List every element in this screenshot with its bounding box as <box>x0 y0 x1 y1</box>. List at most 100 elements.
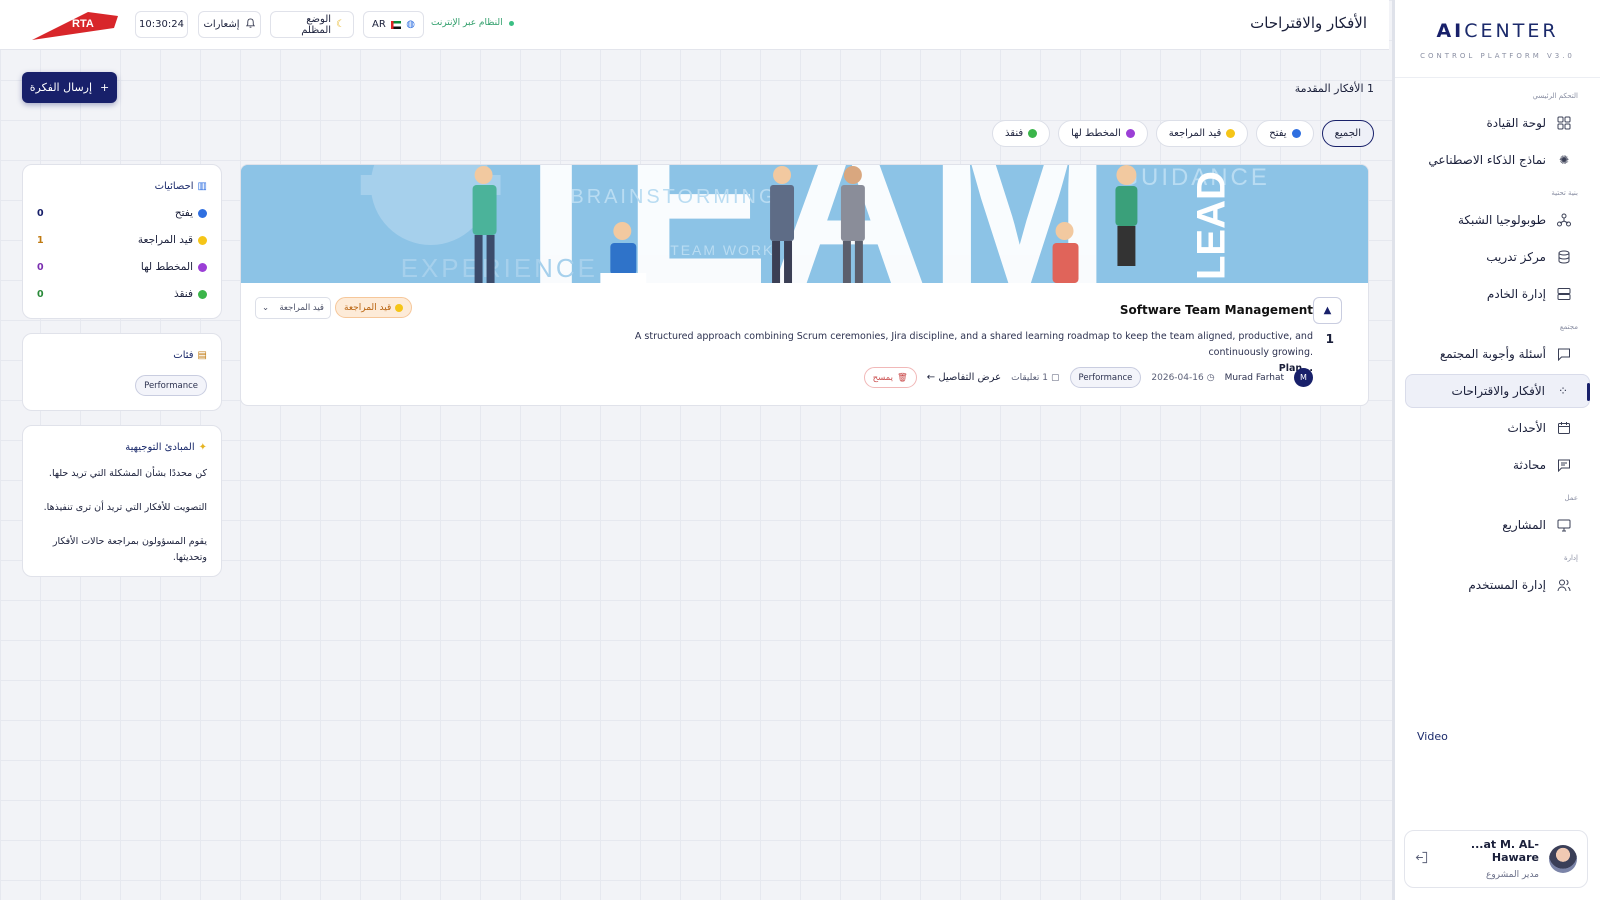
stat-row-planned: المخطط لها 0 <box>37 261 207 273</box>
sidebar-item-label: أسئلة وأجوبة المجتمع <box>1439 347 1546 361</box>
yellow-dot-icon <box>395 303 404 312</box>
video-link[interactable]: Video <box>1417 730 1448 743</box>
stat-label: المخطط لها <box>140 261 193 273</box>
filter-under-review[interactable]: قيد المراجعة <box>1155 120 1249 147</box>
sidebar-item-events[interactable]: الأحداث <box>1405 411 1590 445</box>
bell-icon <box>245 17 256 32</box>
clock-text: 10:30:24 <box>139 19 184 30</box>
idea-card[interactable]: TEAM BRAINSTORMING GUIDANCE EXPERIENCE T… <box>240 164 1369 406</box>
sidebar-item-label: مركز تدريب <box>1486 250 1546 264</box>
idea-meta: M Murad Farhat ◷ 2026-04-16 Performance … <box>863 367 1313 388</box>
monitor-icon <box>1556 517 1572 533</box>
stat-value: 0 <box>37 207 44 219</box>
stats-widget: ▥ احصائيات يفتح 0 قيد المراجعة 1 المخطط … <box>22 164 222 319</box>
banner-word-lead: LEAD <box>1189 171 1233 280</box>
filter-all[interactable]: الجميع <box>1321 120 1374 147</box>
filter-planned-label: المخطط لها <box>1071 128 1121 139</box>
globe-icon: ◍ <box>406 19 415 30</box>
user-profile-card[interactable]: ...at M. AL-Haware مدير المشروع <box>1404 830 1588 888</box>
filter-planned[interactable]: المخطط لها <box>1058 120 1148 147</box>
sidebar-item-label: إدارة المستخدم <box>1468 578 1546 592</box>
purple-dot-icon <box>1125 129 1135 138</box>
nav-section-community: مجتمع <box>1559 323 1578 331</box>
green-dot-icon <box>198 289 207 299</box>
stat-value: 0 <box>37 261 44 273</box>
sidebar-item-ai-models[interactable]: ✺ نماذج الذكاء الاصطناعي <box>1405 143 1590 177</box>
clipboard-icon: ▤ <box>197 350 207 361</box>
logo-text: RTA <box>72 18 94 30</box>
yellow-dot-icon <box>1226 129 1236 138</box>
filter-implemented[interactable]: فنقذ <box>992 120 1051 147</box>
delete-button[interactable]: 🗑 يمسح <box>863 367 917 388</box>
filter-all-label: الجميع <box>1334 128 1361 139</box>
clock-display: 10:30:24 <box>135 11 188 38</box>
server-icon <box>1556 286 1572 302</box>
view-details-link[interactable]: عرض التفاصيل ← <box>927 372 1001 383</box>
filter-under-review-label: قيد المراجعة <box>1168 128 1222 139</box>
calendar-icon <box>1556 420 1572 436</box>
status-badge: قيد المراجعة <box>335 297 413 318</box>
database-icon <box>1556 249 1572 265</box>
sidebar-item-projects[interactable]: المشاريع <box>1405 508 1590 542</box>
sidebar-item-label: إدارة الخادم <box>1486 287 1546 301</box>
sparkle-icon: ✺ <box>1558 153 1570 167</box>
sidebar-item-network[interactable]: طوبولوجيا الشبكة <box>1405 203 1590 237</box>
idea-date-text: 2026-04-16 <box>1151 372 1204 383</box>
sidebar-item-label: محادثة <box>1513 458 1546 472</box>
submit-idea-button[interactable]: + إرسال الفكرة <box>22 72 117 103</box>
sidebar-item-users[interactable]: إدارة المستخدم <box>1405 568 1590 602</box>
sidebar-item-chat[interactable]: محادثة <box>1405 448 1590 482</box>
page-title: الأفكار والاقتراحات <box>1250 14 1367 32</box>
sidebar-item-training[interactable]: مركز تدريب <box>1405 240 1590 274</box>
guidelines-title: ✦ المبادئ التوجيهية <box>37 442 207 453</box>
vote-count: 1 <box>1325 332 1334 346</box>
dark-mode-toggle[interactable]: ☾ الوضع المظلم <box>270 11 354 38</box>
comments-count: 1 تعليقات <box>1011 372 1049 383</box>
trash-icon: 🗑 <box>896 372 908 383</box>
sidebar-item-label: الأحداث <box>1507 421 1546 435</box>
stat-value: 1 <box>37 234 44 246</box>
sidebar-item-qa[interactable]: أسئلة وأجوبة المجتمع <box>1405 337 1590 371</box>
sidebar: AICENTER CONTROL PLATFORM V3.0 التحكم ال… <box>1392 0 1600 900</box>
blue-dot-icon <box>198 208 207 218</box>
logout-icon[interactable] <box>1415 851 1428 867</box>
stat-row-open: يفتح 0 <box>37 207 207 219</box>
dark-mode-label: الوضع المظلم <box>301 13 332 36</box>
banner-person-6 <box>1115 165 1138 266</box>
comments-link[interactable]: ▢ 1 تعليقات <box>1011 373 1059 383</box>
lang-code: AR <box>372 19 386 30</box>
banner-word-experience: EXPERIENCE <box>401 253 598 283</box>
sidebar-item-dashboard[interactable]: لوحة القيادة <box>1405 106 1590 140</box>
message-icon <box>1556 457 1572 473</box>
idea-title[interactable]: Software Team Management <box>1120 303 1313 317</box>
stat-row-implemented: فنقذ 0 <box>37 288 207 300</box>
notifications-label: إشعارات <box>203 19 240 30</box>
nav-section-admin: إدارة <box>1563 554 1578 562</box>
sidebar-item-label: الأفكار والاقتراحات <box>1451 384 1545 398</box>
rta-logo[interactable]: RTA <box>28 8 120 42</box>
guideline-item: كن محددًا بشأن المشكلة التي تريد حلها. <box>48 468 207 479</box>
filter-open[interactable]: يفتح <box>1256 120 1314 147</box>
top-header: RTA 10:30:24 إشعارات ☾ الوضع المظلم AR ◍… <box>0 0 1389 50</box>
guidelines-widget: ✦ المبادئ التوجيهية كن محددًا بشأن المشك… <box>22 425 222 577</box>
category-pill[interactable]: Performance <box>135 375 207 396</box>
bar-chart-icon: ▥ <box>197 181 207 192</box>
comment-icon: ▢ <box>1051 372 1060 383</box>
brand-name: AICENTER <box>1436 20 1559 42</box>
idea-body: ▲ 1 Software Team Management A structure… <box>241 283 1368 405</box>
author-avatar: M <box>1294 368 1313 387</box>
categories-title-text: فئات <box>173 350 194 361</box>
guidelines-title-text: المبادئ التوجيهية <box>125 442 195 453</box>
ideas-count: 1 الأفكار المقدمة <box>1294 82 1374 95</box>
user-name: ...at M. AL-Haware <box>1470 838 1539 864</box>
notifications-button[interactable]: إشعارات <box>198 11 261 38</box>
categories-widget: ▤ فئات Performance <box>22 333 222 411</box>
stat-row-under-review: قيد المراجعة 1 <box>37 234 207 246</box>
idea-tag[interactable]: Performance <box>1069 367 1142 388</box>
language-selector[interactable]: AR ◍ <box>363 11 424 38</box>
upvote-button[interactable]: ▲ <box>1313 297 1342 324</box>
status-select[interactable]: قيد المراجعة ⌄ <box>255 297 331 319</box>
sidebar-item-servers[interactable]: إدارة الخادم <box>1405 277 1590 311</box>
sidebar-item-ideas[interactable]: ⁘ الأفكار والاقتراحات <box>1405 374 1590 408</box>
purple-dot-icon <box>198 262 207 272</box>
